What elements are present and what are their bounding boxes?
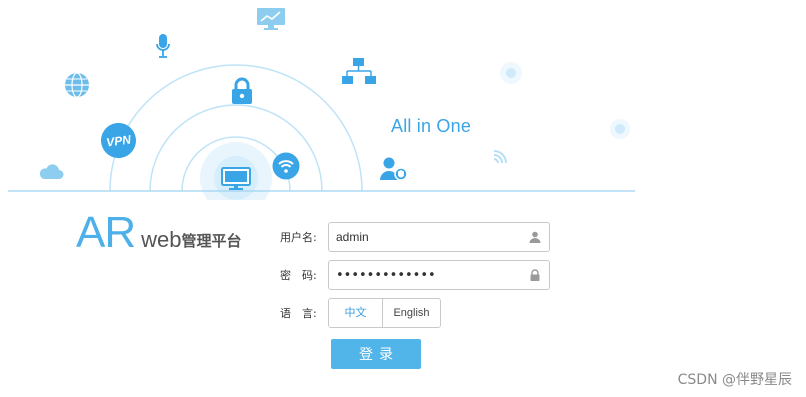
lang-english-button[interactable]: English: [383, 299, 440, 327]
microphone-icon: [156, 34, 170, 58]
user-shield-icon: [380, 157, 408, 181]
password-label: 密 码:: [280, 269, 317, 282]
tagline: All in One: [391, 116, 472, 136]
language-selector: 中文 English: [328, 298, 441, 328]
username-row: 用户名:: [270, 222, 550, 252]
cloud-icon: [39, 164, 64, 179]
decor-dot-icon: [500, 62, 522, 84]
logo-subtitle: 管理平台: [181, 232, 242, 250]
lang-chinese-button[interactable]: 中文: [329, 299, 383, 327]
username-input[interactable]: [329, 223, 526, 251]
password-row: 密 码: •••••••••••••: [270, 260, 550, 290]
lock-icon: [232, 77, 252, 104]
username-label: 用户名:: [280, 231, 317, 244]
signal-icon: [493, 150, 507, 164]
logo-web: web: [141, 227, 182, 252]
username-field-box: [328, 222, 550, 252]
vpn-label: VPN: [105, 131, 132, 150]
password-input[interactable]: •••••••••••••: [328, 260, 550, 290]
login-button[interactable]: 登录: [331, 339, 421, 369]
monitor-icon: [221, 167, 251, 190]
language-label: 语 言:: [280, 307, 317, 320]
password-value: •••••••••••••: [336, 267, 436, 283]
product-logo: AR web 管理平台: [76, 205, 242, 255]
lock-icon: [530, 269, 540, 281]
logo-ar: AR: [76, 208, 136, 257]
language-row: 语 言: 中文 English: [270, 298, 441, 328]
hero-illustration: VPN All in One: [0, 0, 806, 200]
login-page: VPN All in One AR web 管理平台 用户名: admin 密 …: [0, 0, 806, 397]
globe-icon: [65, 72, 89, 98]
wifi-icon: [272, 152, 300, 180]
chart-monitor-icon: [257, 8, 285, 30]
decor-dot-icon: [610, 119, 630, 139]
network-icon: [342, 58, 376, 84]
watermark: CSDN @伴野星辰: [677, 372, 792, 388]
user-icon: [529, 231, 541, 243]
